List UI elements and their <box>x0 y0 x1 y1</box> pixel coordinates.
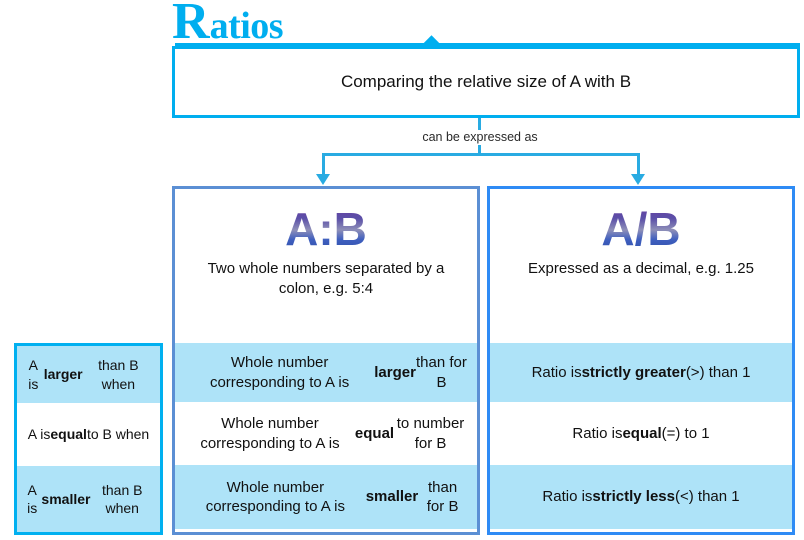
arrow-down-icon-right <box>631 174 645 185</box>
comparison-column-colon: Whole number corresponding to A is large… <box>172 343 480 535</box>
page-title: Ratios <box>172 0 284 48</box>
table-row: Whole number corresponding to A is large… <box>175 343 477 402</box>
option-description-fraction: Expressed as a decimal, e.g. 1.25 <box>528 260 754 278</box>
table-row: A is larger than B when <box>17 346 160 403</box>
option-card-colon: A:B Two whole numbers separated by a col… <box>172 186 480 343</box>
table-row: Ratio is equal (=) to 1 <box>490 402 792 465</box>
arrow-down-icon-left <box>316 174 330 185</box>
connector-horizontal-bar <box>322 153 640 156</box>
connector-label: can be expressed as <box>380 130 580 144</box>
definition-box: Comparing the relative size of A with B <box>172 46 800 118</box>
table-row: A is equal to B when <box>17 403 160 466</box>
table-row: Whole number corresponding to A is equal… <box>175 402 477 465</box>
comparison-column-fraction: Ratio is strictly greater (>) than 1 Rat… <box>487 343 795 535</box>
option-symbol-fraction: A/B <box>601 203 681 255</box>
definition-text: Comparing the relative size of A with B <box>340 72 632 91</box>
option-description-colon: Two whole numbers separated by a colon, … <box>207 260 445 298</box>
table-row: Whole number corresponding to A is small… <box>175 465 477 529</box>
table-row: Ratio is strictly less (<) than 1 <box>490 465 792 529</box>
table-row: A is smaller than B when <box>17 466 160 532</box>
option-card-fraction: A/B Expressed as a decimal, e.g. 1.25 <box>487 186 795 343</box>
option-symbol-colon: A:B <box>285 203 367 255</box>
page-title-rest: atios <box>209 5 284 47</box>
table-row: Ratio is strictly greater (>) than 1 <box>490 343 792 402</box>
comparison-column-condition: A is larger than B when A is equal to B … <box>14 343 163 535</box>
